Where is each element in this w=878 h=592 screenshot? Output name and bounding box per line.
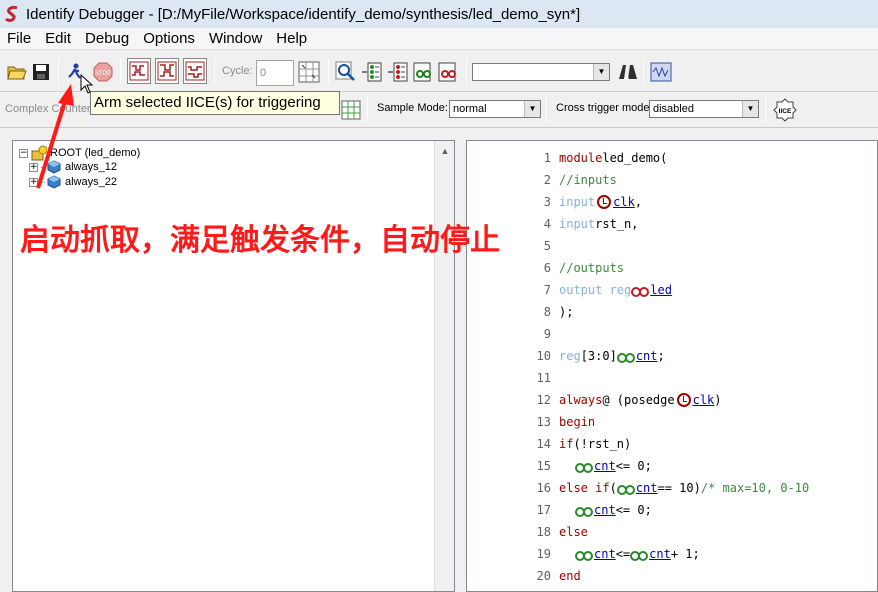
watch-red-icon[interactable] [631, 284, 650, 297]
cross-trigger-label: Cross trigger mode: [556, 102, 653, 114]
sample-mode-label: Sample Mode: [377, 102, 448, 114]
watch-green-icon[interactable] [575, 548, 593, 561]
tree-item-label: always_12 [65, 161, 117, 173]
sample-mode-select[interactable]: normal ▼ [449, 100, 541, 118]
code-line: 14 if (!rst_n) [536, 437, 632, 451]
scroll-up-icon[interactable]: ▲ [435, 141, 455, 161]
module-cube-icon [47, 160, 61, 174]
complex-counter-label: Complex Counter [5, 103, 91, 115]
chevron-down-icon[interactable]: ▼ [742, 101, 758, 117]
svg-text:A: A [625, 75, 630, 82]
hierarchy-tree-pane[interactable]: − ROOT (led_demo) + always_12 + always_2… [12, 140, 455, 592]
tree-root-label: ROOT (led_demo) [50, 147, 141, 159]
tree-scrollbar[interactable]: ▲ [434, 141, 454, 591]
waveform-view-1-icon[interactable] [127, 58, 151, 84]
collapse-icon[interactable]: − [19, 148, 28, 158]
code-line: 20 end [536, 569, 581, 583]
arm-tooltip: Arm selected IICE(s) for triggering [90, 91, 340, 115]
code-line: 15 cnt <= 0; [536, 459, 652, 473]
cycle-label: Cycle: [222, 65, 253, 77]
code-line: 8); [543, 305, 574, 319]
code-line: 1 module led_demo( [543, 151, 668, 165]
open-folder-icon[interactable] [6, 61, 28, 83]
iice-label: IICE [779, 108, 792, 115]
main-toolbar: STOP Cycle: 0 ▼ A [0, 52, 878, 92]
code-line: 9 [543, 327, 551, 341]
svg-text:STOP: STOP [95, 71, 111, 77]
code-line: 13 begin [536, 415, 596, 429]
code-line: 2 //inputs [543, 173, 617, 187]
signal-link-cnt[interactable]: cnt [594, 503, 616, 517]
mouse-cursor-icon [80, 74, 94, 94]
save-icon[interactable] [30, 61, 52, 83]
stop-icon[interactable]: STOP [92, 61, 114, 83]
tree-item-label: always_22 [65, 176, 117, 188]
menu-help[interactable]: Help [269, 28, 314, 50]
magnifier-icon[interactable] [335, 61, 357, 83]
code-line: 10 reg [3:0] cnt; [536, 349, 665, 363]
sample-mode-value: normal [453, 103, 487, 115]
watch-green-icon[interactable] [412, 61, 434, 83]
app-logo-icon [4, 6, 18, 22]
signal-link-clk[interactable]: clk [613, 195, 635, 209]
watch-green-icon[interactable] [630, 548, 649, 561]
cycle-value: 0 [260, 67, 267, 79]
menu-edit[interactable]: Edit [38, 28, 78, 50]
cross-trigger-select[interactable]: disabled ▼ [649, 100, 759, 118]
code-line: 12 always @ (posedge clk) [536, 393, 722, 407]
find-binoculars-icon[interactable]: A [616, 61, 638, 83]
search-combobox[interactable]: ▼ [472, 63, 610, 81]
code-line: 17 cnt <= 0; [536, 503, 652, 517]
iice-settings-icon[interactable]: IICE [773, 98, 797, 122]
code-line: 18 else [536, 525, 588, 539]
signal-link-cnt[interactable]: cnt [594, 459, 616, 473]
code-line: 7 output reg led [543, 283, 672, 297]
tree-root[interactable]: − ROOT (led_demo) [19, 145, 140, 161]
signal-link-cnt[interactable]: cnt [594, 547, 616, 561]
code-line: 6 //outputs [543, 261, 625, 275]
signal-link-cnt[interactable]: cnt [636, 349, 658, 363]
source-code-pane[interactable]: 1 module led_demo( 2 //inputs 3 input clk… [466, 140, 878, 592]
waveform-view-3-icon[interactable] [183, 58, 207, 84]
watch-green-icon[interactable] [575, 460, 593, 473]
cycle-stepper[interactable]: 0 [256, 60, 294, 86]
signal-list-green-icon[interactable] [361, 61, 383, 83]
menu-options[interactable]: Options [136, 28, 202, 50]
code-line: 11 [536, 371, 551, 385]
root-folder-icon [31, 145, 47, 161]
menu-window[interactable]: Window [202, 28, 269, 50]
watch-green-icon[interactable] [616, 482, 635, 495]
code-line: 3 input clk, [543, 195, 643, 209]
grid-settings-icon[interactable] [298, 61, 320, 83]
annotation-text: 启动抓取，满足触发条件，自动停止 [20, 223, 500, 258]
signal-link-led[interactable]: led [650, 283, 672, 297]
menu-file[interactable]: File [0, 28, 38, 50]
signal-link-clk[interactable]: clk [693, 393, 715, 407]
tree-item-always-22[interactable]: + always_22 [29, 175, 117, 189]
watch-green-icon[interactable] [575, 504, 593, 517]
trigger-grid-icon[interactable] [340, 99, 362, 121]
signal-link-cnt[interactable]: cnt [636, 481, 658, 495]
code-line: 19 cnt <= cnt + 1; [536, 547, 700, 561]
tree-item-always-12[interactable]: + always_12 [29, 160, 117, 174]
code-line: 16 else if(cnt == 10) /* max=10, 0-10 [536, 481, 810, 495]
menu-debug[interactable]: Debug [78, 28, 136, 50]
waveform-view-2-icon[interactable] [155, 58, 179, 84]
signal-list-red-icon[interactable] [387, 61, 409, 83]
chevron-down-icon[interactable]: ▼ [593, 64, 609, 80]
clock-signal-icon[interactable] [676, 393, 691, 407]
watch-red-icon[interactable] [437, 61, 459, 83]
watch-green-icon[interactable] [616, 350, 635, 363]
module-cube-icon [47, 175, 61, 189]
expand-icon[interactable]: + [29, 177, 38, 187]
waveform-window-icon[interactable] [650, 61, 672, 83]
chevron-down-icon[interactable]: ▼ [524, 101, 540, 117]
title-bar: Identify Debugger - [D:/MyFile/Workspace… [0, 0, 878, 28]
clock-signal-icon[interactable] [597, 195, 612, 209]
menu-bar: File Edit Debug Options Window Help [0, 28, 878, 50]
window-title: Identify Debugger - [D:/MyFile/Workspace… [26, 5, 581, 23]
cross-trigger-value: disabled [653, 103, 694, 115]
expand-icon[interactable]: + [29, 162, 38, 172]
signal-link-cnt[interactable]: cnt [649, 547, 671, 561]
